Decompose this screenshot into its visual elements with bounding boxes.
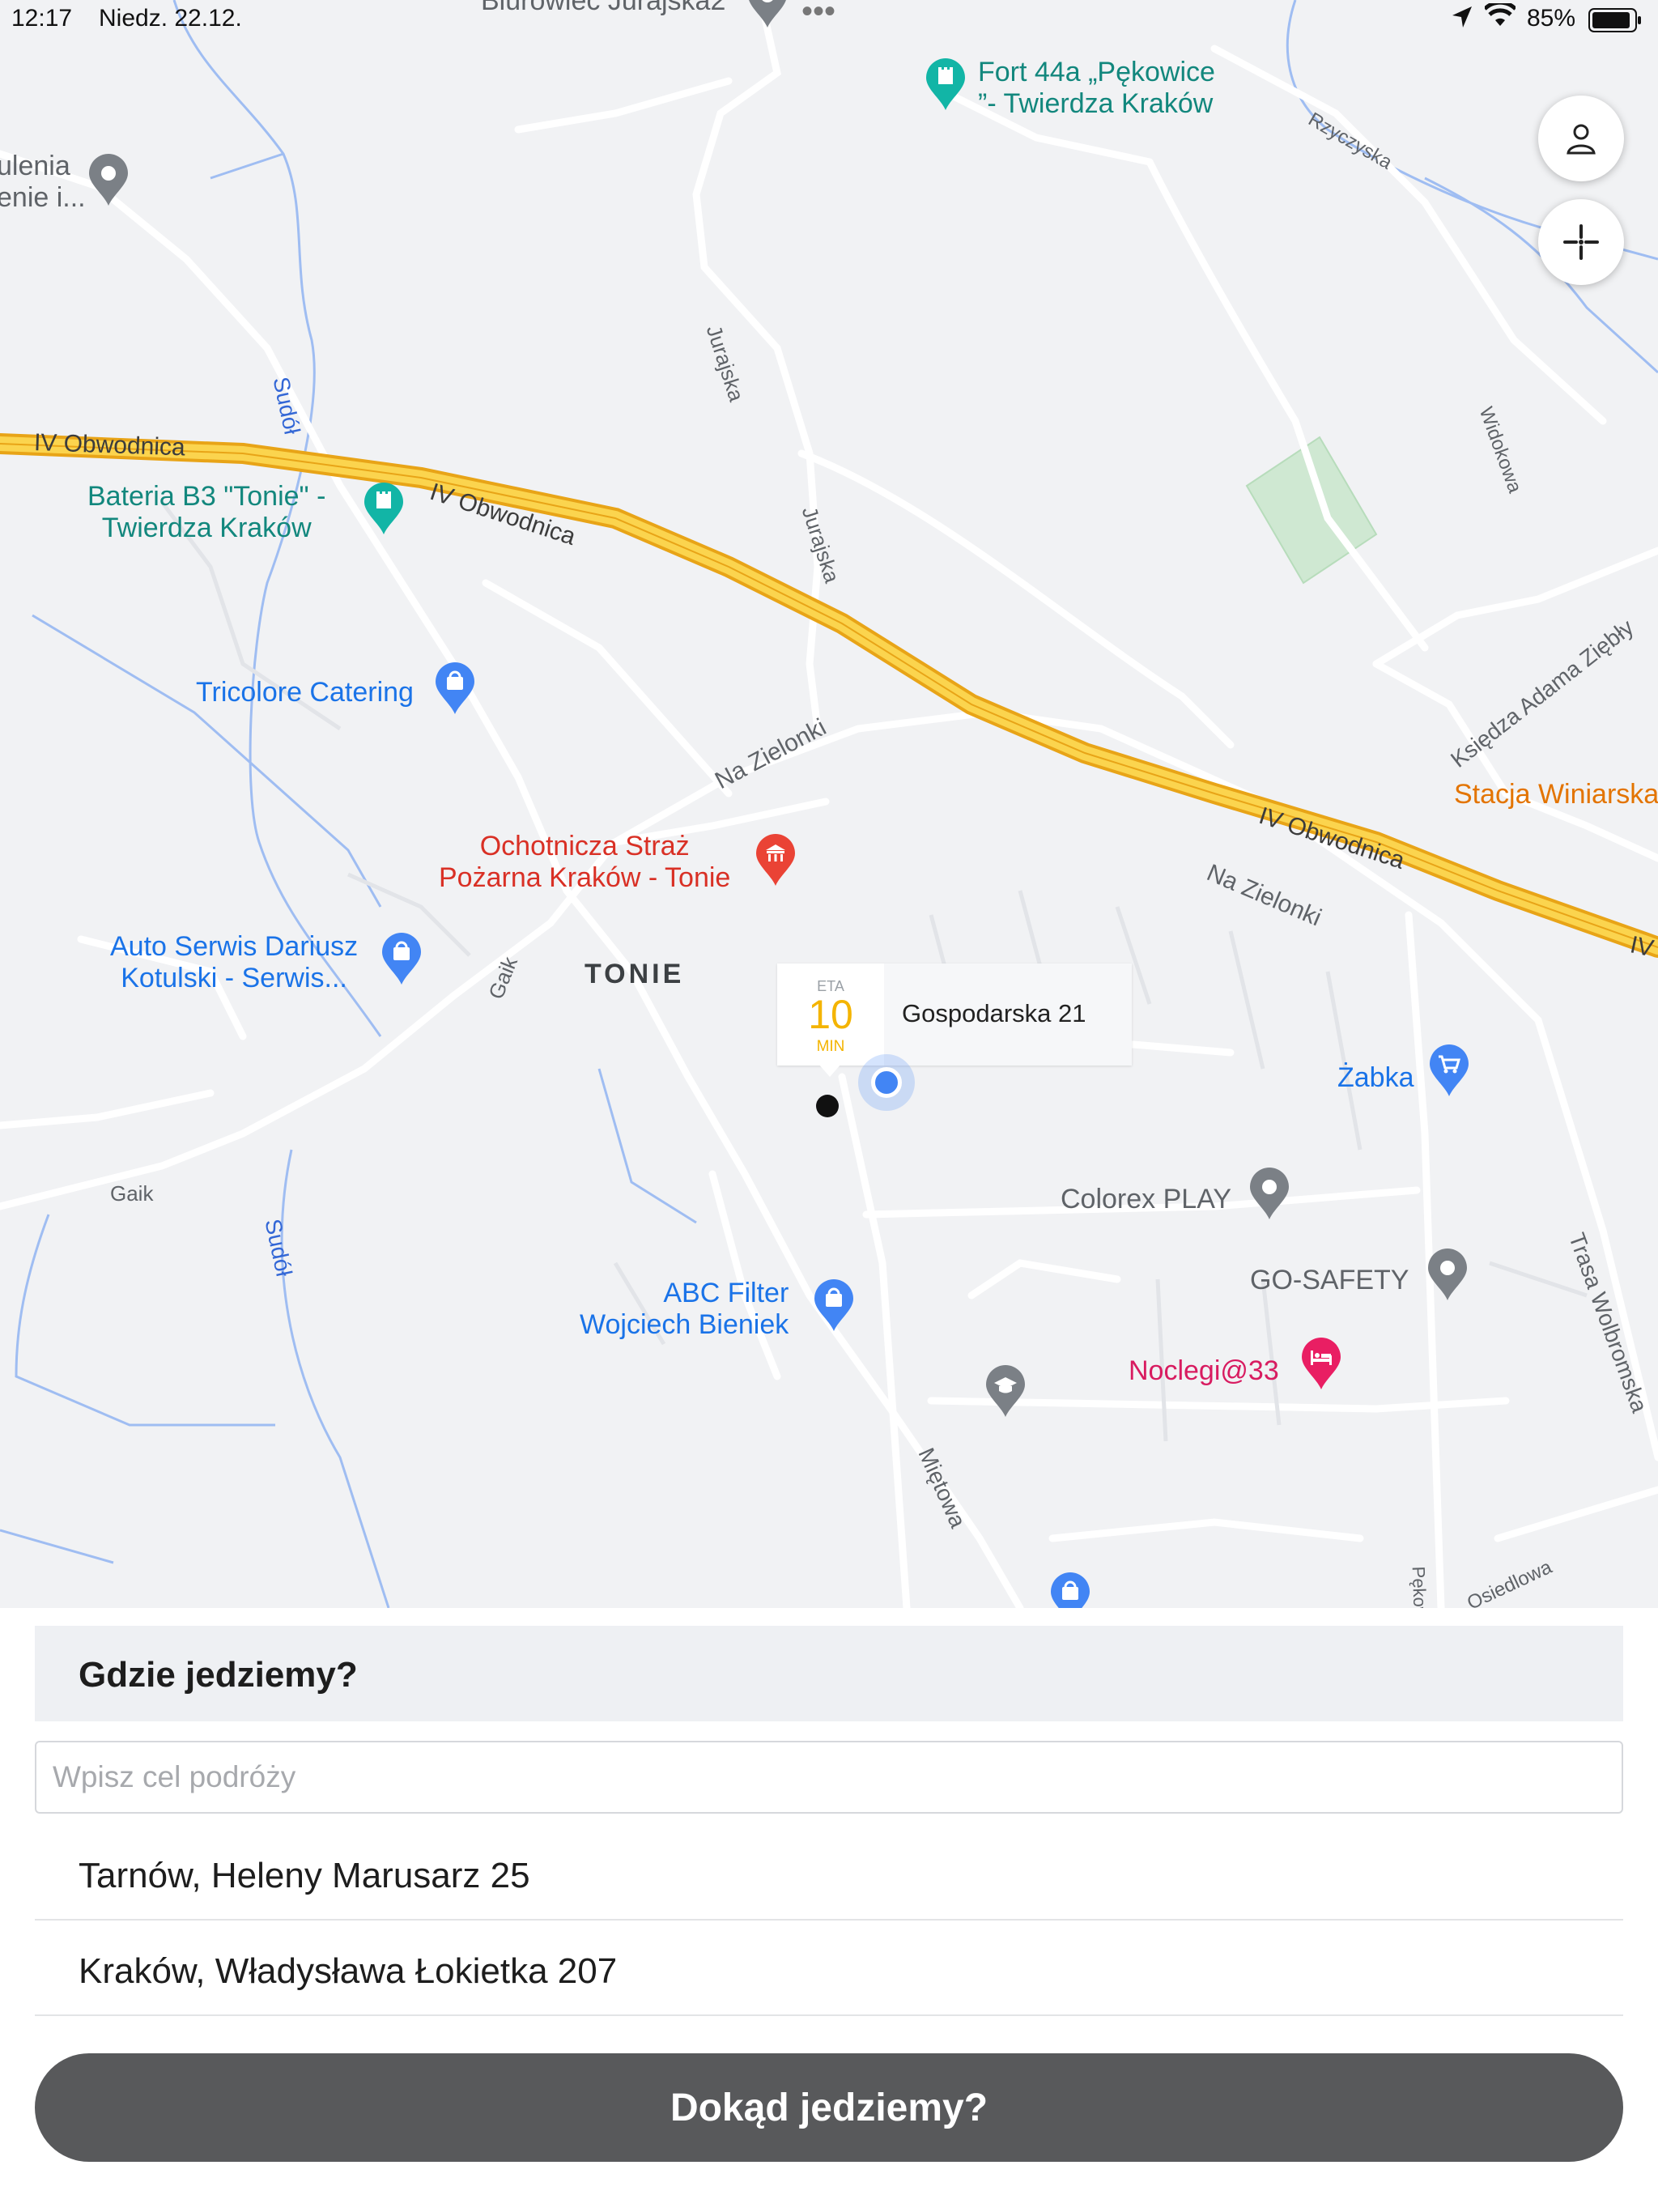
- bed-icon[interactable]: [1300, 1338, 1342, 1391]
- road-label-gaik: Gaik: [110, 1181, 154, 1206]
- area-label-tonie: TONIE: [585, 959, 685, 989]
- location-arrow-icon: [1451, 5, 1473, 36]
- map-view[interactable]: 12:17 Niedz. 22.12. ••• 85% Biurowiec Ju…: [0, 0, 1658, 1608]
- poi-tricolore-label[interactable]: Tricolore Catering: [196, 677, 414, 708]
- map-roads: [0, 0, 1658, 1608]
- poi-fort-label[interactable]: Fort 44a „Pękowice ”- Twierdza Kraków: [978, 57, 1215, 120]
- fort-pin-icon[interactable]: [363, 483, 405, 536]
- crosshair-icon: [1563, 224, 1599, 260]
- current-location-dot[interactable]: [871, 1067, 902, 1098]
- wifi-icon: [1483, 0, 1517, 36]
- multitask-dots[interactable]: •••: [801, 0, 835, 30]
- recent-destination-label: Tarnów, Heleny Marusarz 25: [79, 1856, 530, 1895]
- shopping-bag-icon[interactable]: [1049, 1572, 1091, 1608]
- shopping-bag-icon[interactable]: [380, 933, 423, 986]
- sheet-title: Gdzie jedziemy?: [79, 1655, 358, 1695]
- map-pin-icon[interactable]: [87, 154, 130, 207]
- shopping-bag-icon[interactable]: [813, 1279, 855, 1333]
- poi-stacja-label[interactable]: Stacja Winiarska: [1454, 779, 1658, 810]
- school-icon[interactable]: [984, 1365, 1027, 1419]
- map-pin-icon[interactable]: [1248, 1168, 1290, 1221]
- poi-biurowiec-label[interactable]: Biurowiec Jurajska2: [481, 0, 725, 17]
- poi-zabka-label[interactable]: Żabka: [1337, 1062, 1414, 1094]
- eta-unit: MIN: [816, 1038, 845, 1055]
- battery-icon: [1588, 8, 1642, 39]
- map-pin-icon[interactable]: [746, 0, 789, 29]
- poi-ulenia-label[interactable]: ulenia enie i...: [0, 151, 86, 214]
- poi-gosafety-label[interactable]: GO-SAFETY: [1250, 1265, 1409, 1296]
- battery-percent: 85%: [1527, 5, 1576, 32]
- shopping-bag-icon[interactable]: [434, 662, 476, 716]
- profile-button[interactable]: [1538, 96, 1624, 181]
- poi-abcfilter-label[interactable]: ABC Filter Wojciech Bieniek: [580, 1278, 789, 1341]
- eta-value: 10: [808, 992, 853, 1037]
- recent-destination-item[interactable]: Kraków, Władysława Łokietka 207: [35, 1921, 1623, 2016]
- map-pin-icon[interactable]: [1426, 1249, 1469, 1302]
- poi-osp-label[interactable]: Ochotnicza Straż Pożarna Kraków - Tonie: [439, 831, 730, 894]
- locate-button[interactable]: [1538, 199, 1624, 285]
- where-to-button[interactable]: Dokąd jedziemy?: [35, 2053, 1623, 2162]
- sheet-header: Gdzie jedziemy?: [35, 1626, 1623, 1721]
- destination-input[interactable]: [35, 1741, 1623, 1814]
- eta-box: ETA 10 MIN: [777, 963, 884, 1066]
- shopping-cart-icon[interactable]: [1428, 1044, 1470, 1098]
- destination-sheet: Gdzie jedziemy? Tarnów, Heleny Marusarz …: [0, 1608, 1658, 2212]
- recent-destination-label: Kraków, Władysława Łokietka 207: [79, 1951, 618, 1991]
- road-label-obwodnica: IV Obwodnica: [33, 429, 186, 462]
- fire-station-icon[interactable]: [755, 834, 797, 887]
- status-date: Niedz. 22.12.: [99, 5, 242, 32]
- recent-destination-item[interactable]: Tarnów, Heleny Marusarz 25: [35, 1825, 1623, 1921]
- pickup-marker[interactable]: [816, 1095, 839, 1117]
- fort-pin-icon[interactable]: [925, 58, 967, 112]
- poi-autoserwis-label[interactable]: Auto Serwis Dariusz Kotulski - Serwis...: [110, 931, 358, 994]
- poi-noclegi-label[interactable]: Noclegi@33: [1129, 1355, 1279, 1387]
- poi-colorex-label[interactable]: Colorex PLAY: [1061, 1184, 1231, 1215]
- poi-bateria-label[interactable]: Bateria B3 "Tonie" - Twierdza Kraków: [87, 481, 325, 544]
- eta-tail: [818, 1064, 841, 1077]
- road-label-pekowicka: Pękowicka: [1408, 1566, 1432, 1608]
- eta-bubble[interactable]: ETA 10 MIN Gospodarska 21: [777, 963, 1132, 1077]
- profile-icon: [1567, 124, 1596, 155]
- status-time: 12:17: [11, 5, 73, 32]
- eta-address: Gospodarska 21: [902, 999, 1086, 1027]
